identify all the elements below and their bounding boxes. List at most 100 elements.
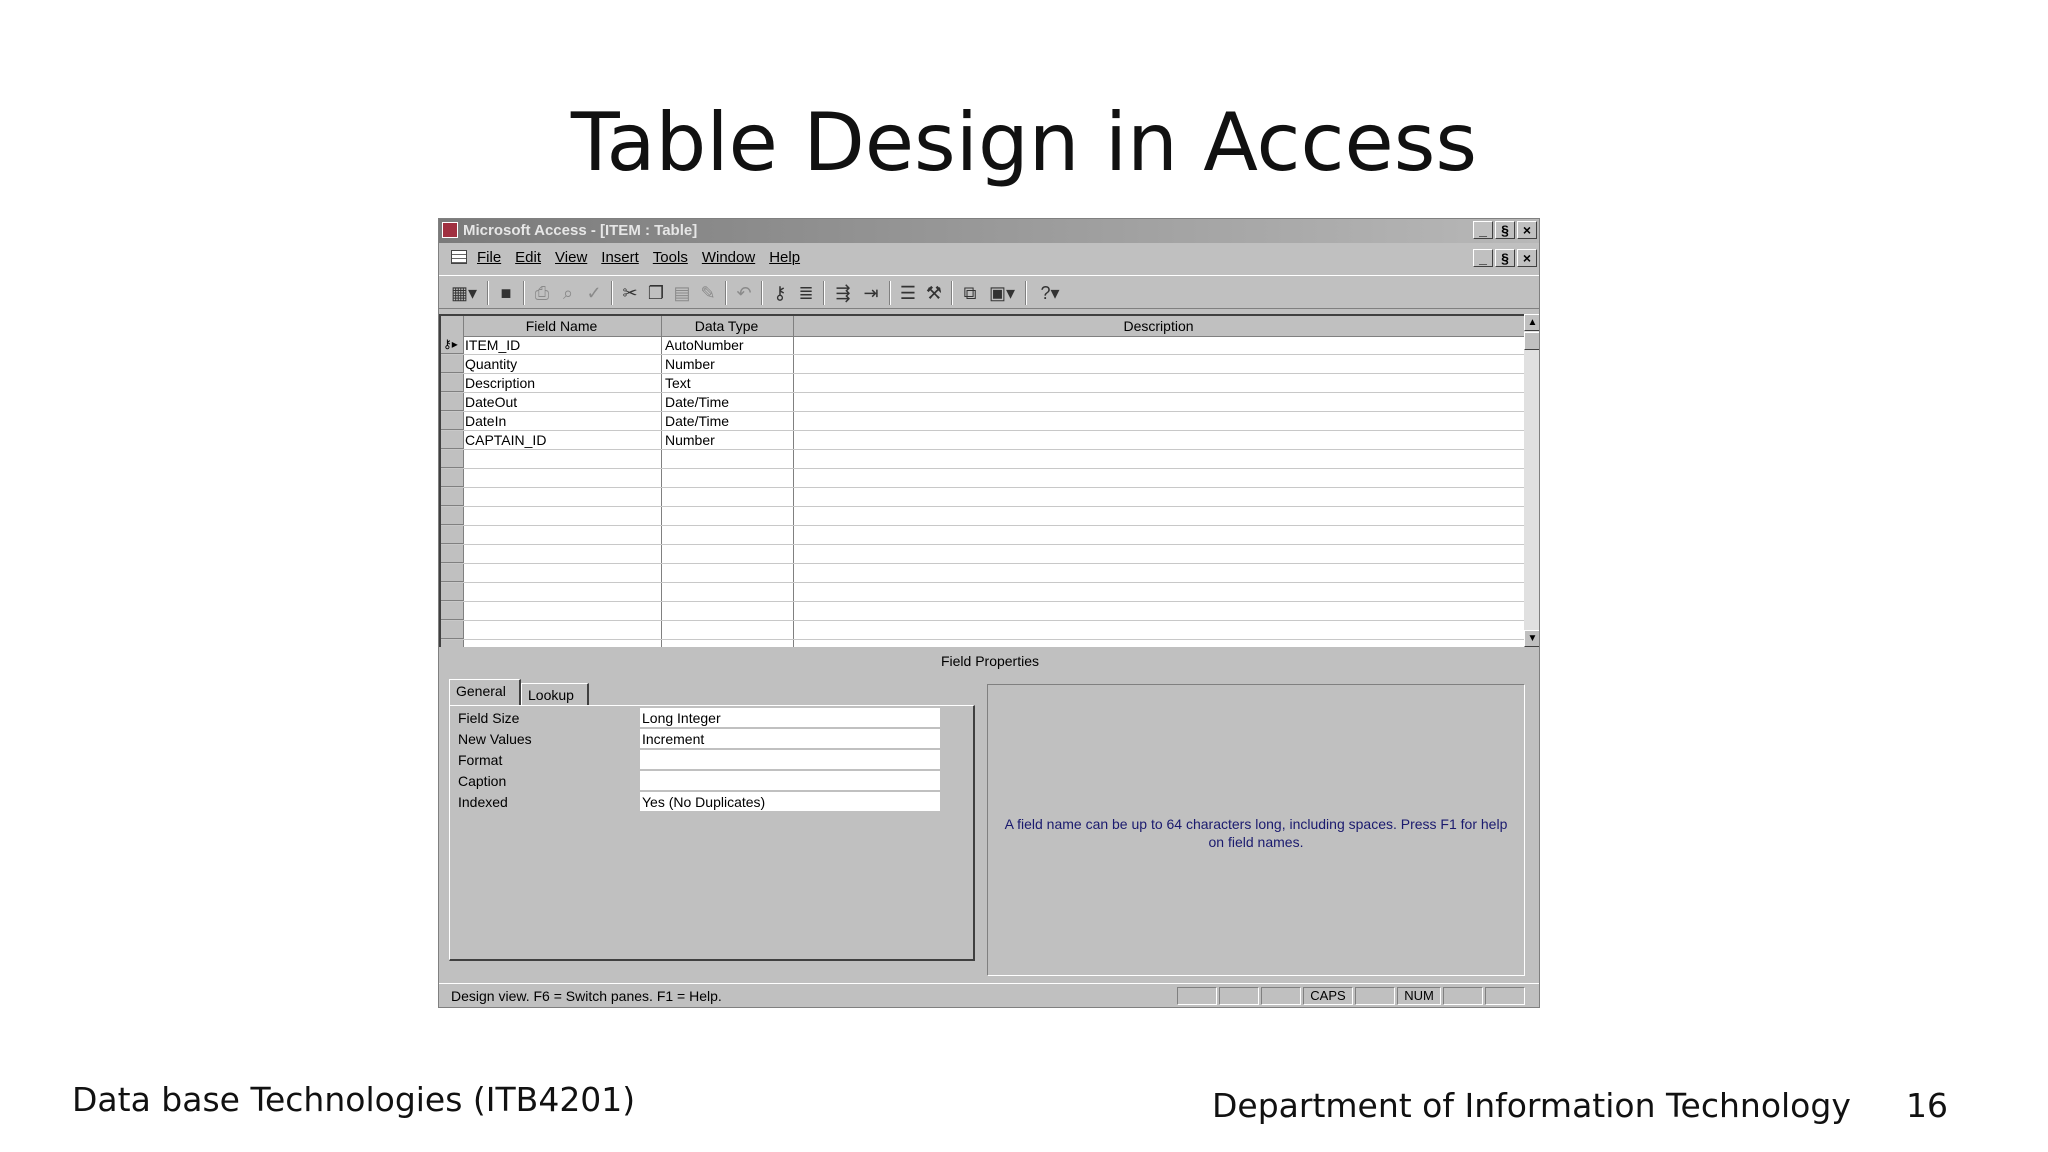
field-properties-panel: General Lookup Field Size Long Integer N…	[449, 679, 975, 961]
table-document-icon[interactable]	[451, 250, 467, 264]
row-selector[interactable]	[441, 602, 463, 620]
data-type-cell[interactable]: Date/Time	[665, 412, 729, 431]
properties-icon[interactable]: ☰	[897, 282, 919, 304]
row-selector[interactable]	[441, 583, 463, 601]
minimize-button[interactable]: _	[1473, 221, 1493, 239]
status-panel	[1485, 987, 1525, 1005]
help-pane: A field name can be up to 64 characters …	[987, 684, 1525, 976]
grid-row-line	[441, 506, 1524, 507]
paste-icon[interactable]: ▤	[671, 282, 693, 304]
grid-row-line	[441, 468, 1524, 469]
cut-icon[interactable]: ✂	[619, 282, 641, 304]
header-field-name[interactable]: Field Name	[463, 318, 660, 334]
row-selector[interactable]	[441, 564, 463, 582]
header-data-type[interactable]: Data Type	[661, 318, 792, 334]
tab-lookup[interactable]: Lookup	[521, 683, 589, 705]
grid-row-line	[441, 373, 1524, 374]
header-selector[interactable]	[441, 318, 464, 336]
doc-restore-button[interactable]: §	[1495, 249, 1515, 267]
undo-icon[interactable]: ↶	[733, 282, 755, 304]
row-selector[interactable]	[441, 545, 463, 563]
menu-file[interactable]: File	[477, 249, 501, 266]
title-bar[interactable]: Microsoft Access - [ITEM : Table] _ § ×	[439, 219, 1539, 243]
field-name-cell[interactable]: CAPTAIN_ID	[465, 431, 546, 450]
row-selector[interactable]	[441, 507, 463, 525]
row-selector[interactable]	[441, 621, 463, 639]
help-icon[interactable]: ?▾	[1033, 282, 1067, 304]
primary-key-marker-icon: ⚷▸	[443, 337, 458, 351]
row-selector[interactable]	[441, 412, 463, 430]
footer-department: Department of Information Technology	[1212, 1086, 1851, 1125]
field-name-cell[interactable]: Quantity	[465, 355, 517, 374]
view-icon[interactable]: ▦▾	[447, 282, 481, 304]
header-description[interactable]: Description	[793, 318, 1524, 334]
indexes-icon[interactable]: ≣	[795, 282, 817, 304]
delete-rows-icon[interactable]: ⇥	[859, 282, 883, 304]
row-selector[interactable]	[441, 526, 463, 544]
menu-view[interactable]: View	[555, 249, 587, 266]
prop-value-caption[interactable]	[640, 771, 940, 791]
field-name-cell[interactable]: Description	[465, 374, 535, 393]
database-window-icon[interactable]: ⧉	[959, 282, 981, 304]
menu-edit[interactable]: Edit	[515, 249, 541, 266]
menu-tools[interactable]: Tools	[653, 249, 688, 266]
data-type-cell[interactable]: Text	[665, 374, 691, 393]
row-selector[interactable]	[441, 450, 463, 468]
data-type-cell[interactable]: AutoNumber	[665, 336, 744, 355]
prop-value-field-size[interactable]: Long Integer	[640, 708, 940, 728]
scroll-down-arrow-icon[interactable]: ▼	[1524, 630, 1539, 647]
grid-row-line	[441, 411, 1524, 412]
prop-label-field-size: Field Size	[458, 710, 520, 726]
slide-title: Table Design in Access	[570, 96, 1478, 189]
row-selector[interactable]	[441, 374, 463, 392]
build-icon[interactable]: ⚒	[923, 282, 945, 304]
print-icon[interactable]: ⎙	[531, 282, 553, 304]
field-grid: Field Name Data Type Description ⚷▸ ITEM…	[439, 314, 1524, 647]
status-text: Design view. F6 = Switch panes. F1 = Hel…	[451, 988, 722, 1004]
field-name-cell[interactable]: ITEM_ID	[465, 336, 520, 355]
prop-label-new-values: New Values	[458, 731, 532, 747]
data-type-cell[interactable]: Number	[665, 431, 715, 450]
grid-row-line	[441, 354, 1524, 355]
prop-value-format[interactable]	[640, 750, 940, 770]
doc-close-button[interactable]: ×	[1517, 249, 1537, 267]
grid-row-line	[441, 487, 1524, 488]
grid-row-line	[441, 392, 1524, 393]
new-object-icon[interactable]: ▣▾	[985, 282, 1019, 304]
prop-value-indexed[interactable]: Yes (No Duplicates)	[640, 792, 940, 812]
copy-icon[interactable]: ❐	[645, 282, 667, 304]
close-button[interactable]: ×	[1517, 221, 1537, 239]
grid-vertical-scrollbar[interactable]: ▲ ▼	[1524, 314, 1539, 647]
format-painter-icon[interactable]: ✎	[697, 282, 719, 304]
row-selector[interactable]	[441, 488, 463, 506]
row-selector[interactable]	[441, 393, 463, 411]
data-type-cell[interactable]: Date/Time	[665, 393, 729, 412]
insert-rows-icon[interactable]: ⇶	[831, 282, 855, 304]
prop-value-new-values[interactable]: Increment	[640, 729, 940, 749]
scroll-up-arrow-icon[interactable]: ▲	[1524, 314, 1539, 331]
help-text: A field name can be up to 64 characters …	[1004, 816, 1508, 850]
row-selector[interactable]	[441, 431, 463, 449]
access-app-icon[interactable]	[442, 222, 458, 238]
menu-insert[interactable]: Insert	[601, 249, 639, 266]
field-properties-title: Field Properties	[940, 653, 1040, 669]
print-preview-icon[interactable]: ⌕	[557, 282, 579, 304]
field-name-cell[interactable]: DateIn	[465, 412, 506, 431]
scroll-thumb[interactable]	[1524, 332, 1539, 350]
row-selector[interactable]	[441, 469, 463, 487]
row-selector[interactable]	[441, 355, 463, 373]
menu-bar: File Edit View Insert Tools Window Help …	[439, 245, 1539, 271]
restore-button[interactable]: §	[1495, 221, 1515, 239]
field-name-cell[interactable]: DateOut	[465, 393, 517, 412]
tab-general[interactable]: General	[449, 679, 521, 705]
spelling-icon[interactable]: ✓	[583, 282, 605, 304]
menu-help[interactable]: Help	[769, 249, 800, 266]
primary-key-icon[interactable]: ⚷	[769, 282, 791, 304]
data-type-cell[interactable]: Number	[665, 355, 715, 374]
row-selector-current[interactable]: ⚷▸	[441, 336, 463, 354]
grid-row-line	[441, 544, 1524, 545]
menu-window[interactable]: Window	[702, 249, 755, 266]
doc-minimize-button[interactable]: _	[1473, 249, 1493, 267]
save-icon[interactable]: ■	[495, 282, 517, 304]
prop-label-indexed: Indexed	[458, 794, 508, 810]
